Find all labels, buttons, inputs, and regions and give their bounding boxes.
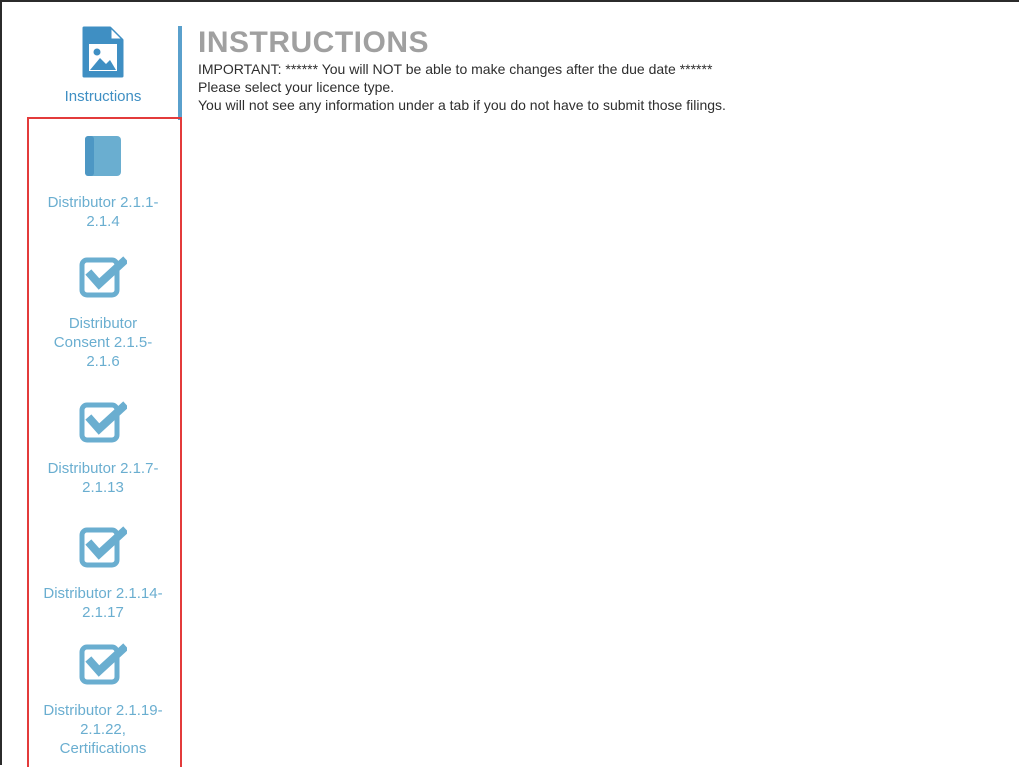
sidebar-item-label: Distributor 2.1.7- 2.1.13 — [47, 460, 159, 496]
sidebar-item-distributor-consent[interactable]: Distributor Consent 2.1.5- 2.1.6 — [28, 255, 178, 371]
sidebar-item-label: Distributor 2.1.19- 2.1.22, Certificatio… — [43, 702, 163, 757]
sidebar-item-distributor-2-1-1[interactable]: Distributor 2.1.1- 2.1.4 — [28, 134, 178, 231]
sidebar-item-label: Instructions — [64, 88, 142, 105]
checkbox-checked-icon — [28, 400, 178, 449]
sidebar-item-distributor-2-1-14[interactable]: Distributor 2.1.14- 2.1.17 — [28, 525, 178, 622]
window-frame: Instructions Distributor 2.1.1- 2.1.4 Di… — [0, 0, 1019, 767]
sidebar-item-instructions[interactable]: Instructions — [28, 26, 182, 120]
checkbox-checked-icon — [28, 525, 178, 574]
important-notice: IMPORTANT: ****** You will NOT be able t… — [198, 61, 713, 77]
instruction-text: Please select your licence type. — [198, 79, 395, 95]
instruction-text: You will not see any information under a… — [198, 97, 726, 113]
sidebar-item-label: Distributor Consent 2.1.5- 2.1.6 — [53, 315, 153, 370]
sidebar-item-distributor-2-1-19[interactable]: Distributor 2.1.19- 2.1.22, Certificatio… — [28, 642, 178, 758]
page-title: INSTRUCTIONS — [198, 26, 429, 59]
book-icon — [28, 134, 178, 183]
checkbox-checked-icon — [28, 642, 178, 691]
image-file-icon — [28, 26, 178, 83]
sidebar-nav: Instructions Distributor 2.1.1- 2.1.4 Di… — [28, 20, 182, 767]
main-content: INSTRUCTIONS IMPORTANT: ****** You will … — [198, 26, 1008, 114]
sidebar-item-label: Distributor 2.1.14- 2.1.17 — [43, 585, 163, 621]
checkbox-checked-icon — [28, 255, 178, 304]
sidebar-item-distributor-2-1-7[interactable]: Distributor 2.1.7- 2.1.13 — [28, 400, 178, 497]
sidebar-item-label: Distributor 2.1.1- 2.1.4 — [47, 194, 159, 230]
